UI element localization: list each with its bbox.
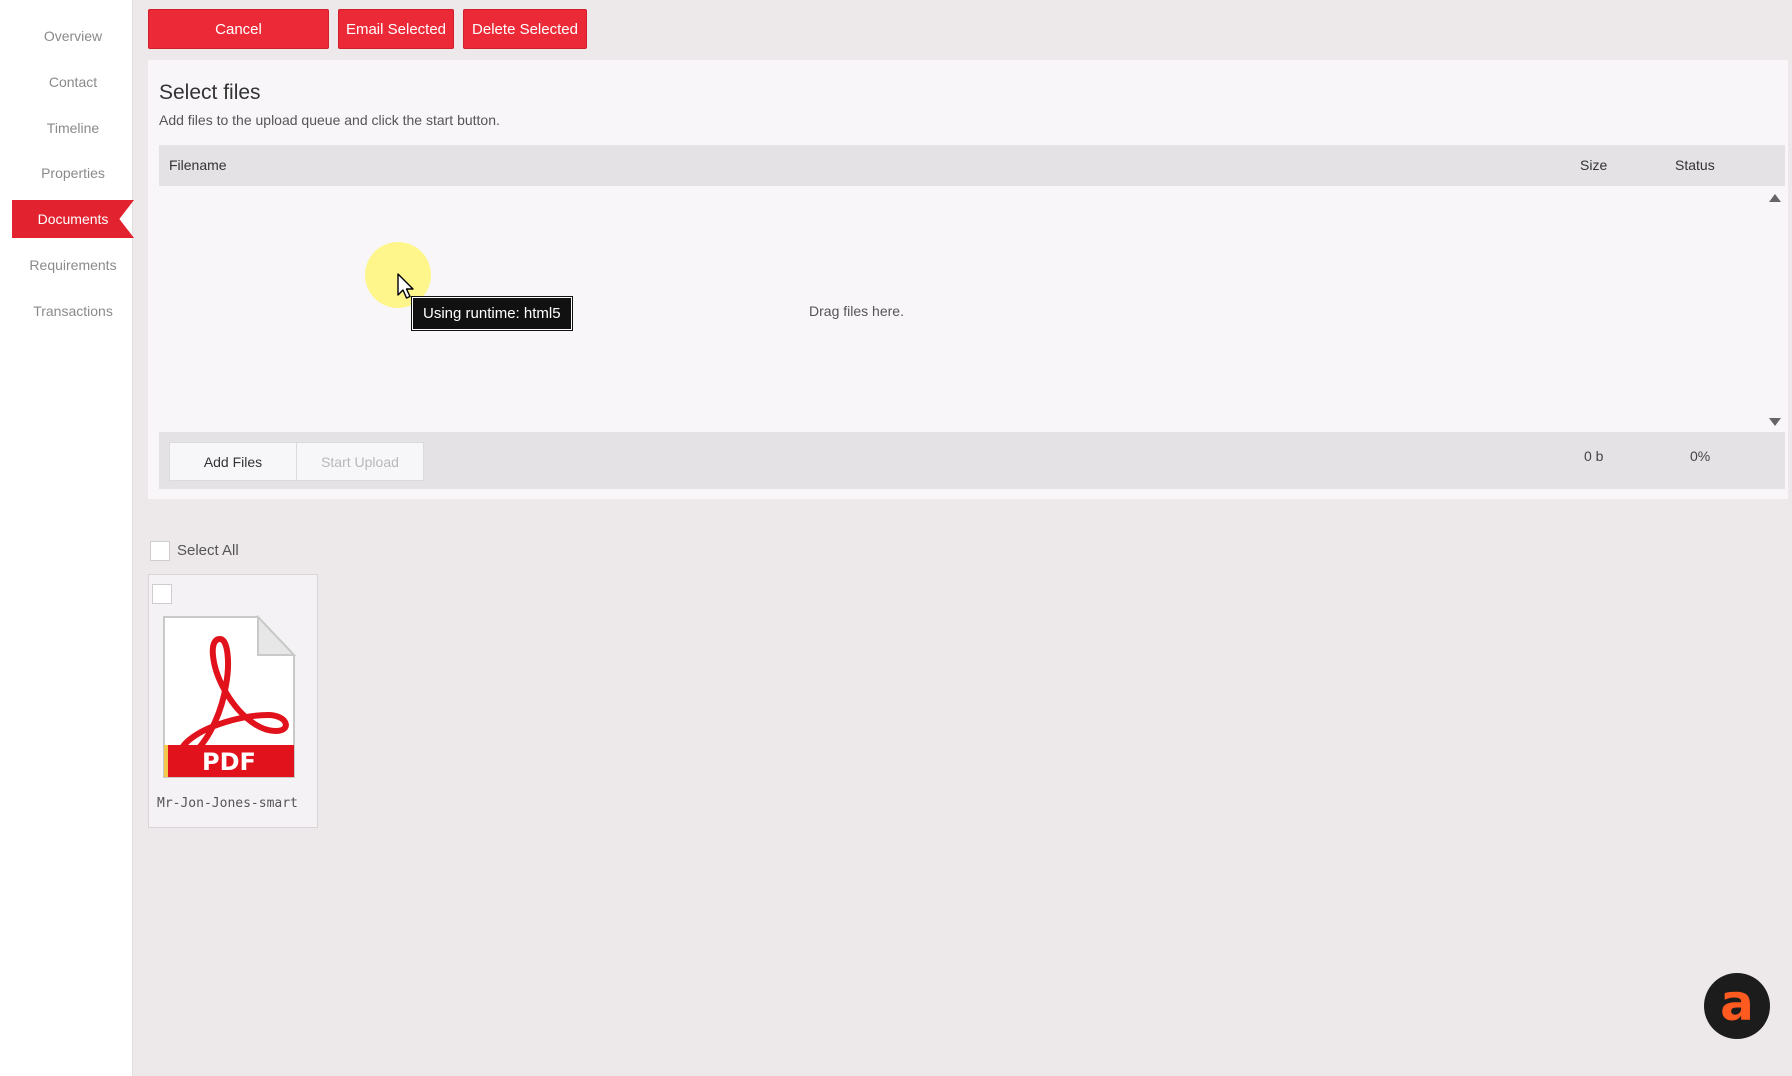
document-filename: Mr-Jon-Jones-smart: [157, 796, 298, 811]
upload-table-header: Filename Size Status: [159, 145, 1785, 186]
sidebar-item-documents[interactable]: Documents: [12, 200, 134, 238]
upload-table-footer: Add Files Start Upload 0 b 0%: [159, 432, 1785, 489]
drop-zone-text: Drag files here.: [809, 303, 904, 319]
sidebar-item-overview[interactable]: Overview: [12, 17, 134, 55]
cancel-button[interactable]: Cancel: [148, 9, 329, 49]
column-filename: Filename: [169, 157, 227, 173]
pdf-file-icon: PDF: [163, 615, 297, 778]
app-logo-letter: a: [1720, 974, 1754, 1032]
sidebar-item-properties[interactable]: Properties: [12, 154, 134, 192]
drop-zone[interactable]: Drag files here.: [159, 188, 1785, 432]
add-files-button[interactable]: Add Files: [169, 442, 297, 481]
total-size: 0 b: [1584, 448, 1604, 464]
total-percent: 0%: [1690, 448, 1711, 464]
scroll-up-arrow-icon[interactable]: [1769, 194, 1781, 202]
document-card[interactable]: PDF Mr-Jon-Jones-smart: [148, 574, 318, 828]
sidebar-item-timeline[interactable]: Timeline: [12, 109, 134, 147]
sidebar: Overview Contact Timeline Properties Doc…: [0, 0, 134, 1076]
column-size: Size: [1580, 157, 1608, 173]
sidebar-item-contact[interactable]: Contact: [12, 63, 134, 101]
start-upload-button[interactable]: Start Upload: [296, 442, 424, 481]
scroll-down-arrow-icon[interactable]: [1769, 418, 1781, 426]
email-selected-button[interactable]: Email Selected: [338, 9, 454, 49]
select-all-checkbox[interactable]: [150, 541, 170, 561]
runtime-tooltip: Using runtime: html5: [412, 297, 572, 330]
delete-selected-button[interactable]: Delete Selected: [463, 9, 587, 49]
sidebar-item-requirements[interactable]: Requirements: [12, 246, 134, 284]
sidebar-item-transactions[interactable]: Transactions: [12, 292, 134, 330]
app-logo-icon[interactable]: a: [1704, 973, 1770, 1039]
document-checkbox[interactable]: [152, 584, 172, 604]
pdf-badge-text: PDF: [202, 748, 256, 776]
column-status: Status: [1675, 157, 1715, 173]
upload-subtitle: Add files to the upload queue and click …: [159, 112, 500, 128]
upload-title: Select files: [159, 81, 261, 104]
select-all-label[interactable]: Select All: [177, 542, 239, 559]
